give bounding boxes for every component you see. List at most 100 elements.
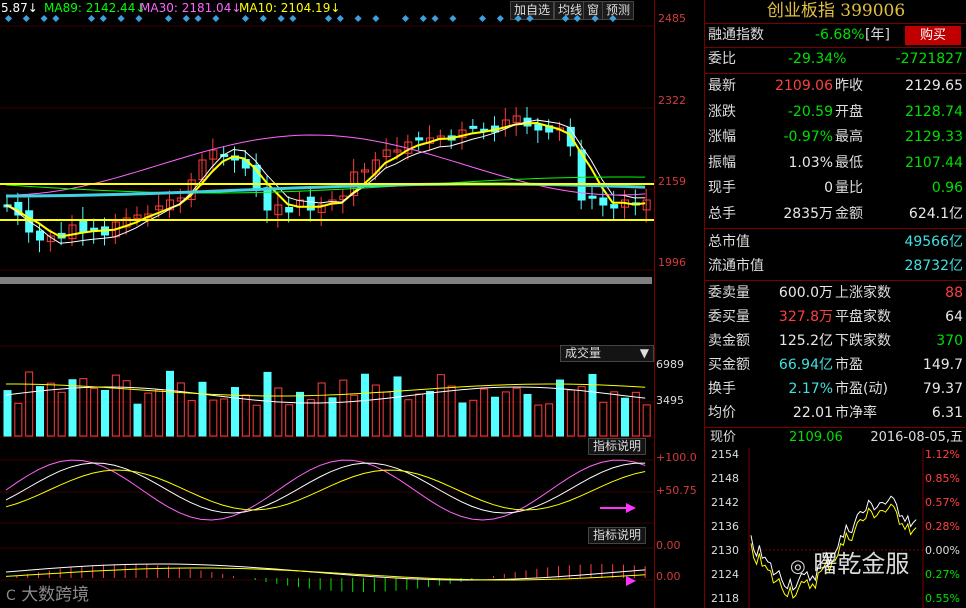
stat-label: 最高 [835, 129, 863, 145]
stat-label: 现手 [708, 180, 736, 196]
price-axis-tick: 2159 [658, 175, 686, 188]
volume-bar [631, 391, 640, 437]
mini-axis-left: 2118 [711, 592, 739, 605]
volume-bar [57, 391, 66, 437]
mini-price: 2109.06 [789, 430, 843, 445]
weibi-label: 委比 [708, 51, 736, 67]
volume-indicator-select[interactable]: 成交量 ▼ [560, 345, 654, 362]
candle-body [79, 220, 88, 233]
signal-marker [289, 14, 297, 23]
breadth-value: 149.7 [922, 357, 963, 373]
signal-marker [354, 14, 362, 23]
volume-bar [296, 391, 304, 437]
divider [705, 280, 966, 281]
chart-area: 5.87↓ MA89: 2142.44↓ MA30: 2181.04↓ MA10… [0, 0, 704, 608]
candle-body [610, 204, 619, 209]
price-axis-tick: 1996 [658, 256, 686, 269]
signal-marker [591, 14, 599, 23]
breadth-row: 卖金额 125.2亿 下跌家数 370 [705, 330, 966, 353]
stat-row: 涨幅 -0.97% 最高 2129.33 [705, 126, 966, 149]
signal-marker [164, 14, 173, 23]
stat-label: 开盘 [835, 103, 863, 120]
mini-label: 现价 [710, 430, 737, 445]
mini-axis-left: 2142 [711, 496, 739, 509]
stat-label: 总手 [708, 205, 736, 222]
volume-bar [328, 397, 337, 437]
volume-bar [415, 393, 424, 437]
indicator2-help-button[interactable]: 指标说明 [588, 527, 647, 544]
breadth-label: 买金额 [708, 357, 750, 373]
breadth-label: 委买量 [708, 309, 750, 325]
candle-body [306, 196, 315, 211]
signal-marker [573, 14, 581, 23]
signal-marker [431, 14, 439, 23]
axis-divider [654, 0, 655, 608]
stat-label: 涨跌 [708, 103, 736, 120]
stat-row: 涨跌 -20.59 开盘 2128.74 [705, 101, 966, 124]
price-axis-tick: 2485 [658, 12, 686, 25]
market-cap-value: 28732亿 [904, 258, 963, 274]
volume-bar [599, 401, 608, 437]
candle-body [469, 125, 478, 129]
breadth-label: 均价 [708, 405, 736, 421]
breadth-label: 市净率 [835, 405, 877, 421]
volume-bar [306, 399, 315, 437]
stat-label: 金额 [835, 205, 863, 222]
stat-label: 量比 [835, 180, 863, 196]
indicator-line [5, 469, 646, 511]
mini-axis-right: 0.55% [925, 592, 960, 605]
volume-bar [90, 387, 99, 437]
chart-splitter[interactable] [0, 277, 652, 284]
watermark-right: ◎ 曙乾金服 [790, 550, 910, 578]
signal-marker [182, 14, 190, 23]
buy-button[interactable]: 购买 [905, 26, 961, 45]
volume-bar [404, 399, 413, 437]
breadth-label: 卖金额 [708, 333, 750, 349]
volume-bar [241, 394, 250, 437]
mini-axis-right: 0.85% [925, 472, 960, 485]
volume-bar [25, 371, 34, 437]
finance-row: 融通指数 -6.68% [年] 购买 [705, 24, 966, 47]
quote-panel: 创业板指 399006 融通指数 -6.68% [年] 购买 委比 -29.34… [704, 0, 966, 608]
mini-axis-left: 2148 [711, 472, 739, 485]
stat-value: 2129.65 [905, 78, 963, 94]
breadth-label: 市盈(动) [835, 381, 888, 397]
weibi-pct: -29.34% [788, 51, 847, 67]
signal-marker [609, 14, 617, 23]
divider [705, 73, 966, 74]
volume-bar [491, 396, 499, 437]
volume-bar [252, 404, 261, 437]
signal-marker [372, 14, 380, 23]
breadth-row: 委买量 327.8万 平盘家数 64 [705, 306, 966, 329]
volume-bar [566, 389, 575, 437]
indicator1-axis-tick: +50.75 [656, 484, 697, 497]
volume-bar [101, 389, 109, 437]
volume-bar [393, 376, 402, 437]
volume-bar [577, 386, 586, 437]
indicator2-axis-tick: 0.00 [656, 539, 681, 552]
stat-value: -0.97% [783, 129, 833, 145]
candle-body [599, 197, 608, 206]
kline-chart [0, 14, 654, 592]
indicator1-help-button[interactable]: 指标说明 [588, 438, 647, 455]
mini-axis-right: 0.00% [925, 544, 960, 557]
volume-bar [447, 385, 456, 437]
volume-bar [523, 393, 532, 437]
volume-bar [361, 373, 369, 437]
market-cap-row: 总市值 49566亿 [705, 231, 966, 254]
stat-label: 最新 [708, 78, 736, 94]
stat-label: 昨收 [835, 78, 863, 94]
volume-bar [610, 391, 619, 437]
breadth-row: 均价 22.01 市净率 6.31 [705, 402, 966, 425]
stat-value: 1.03% [788, 154, 833, 171]
stat-value: -20.59 [787, 103, 833, 120]
macd-line [5, 567, 646, 581]
wechat-icon: ◎ [790, 556, 806, 577]
stat-label: 振幅 [708, 154, 736, 171]
stat-value: 2835万 [783, 205, 833, 222]
breadth-row: 委卖量 600.0万 上涨家数 88 [705, 282, 966, 305]
breadth-value: 22.01 [792, 405, 833, 421]
stat-value: 624.1亿 [908, 205, 963, 222]
stat-row: 最新 2109.06 昨收 2129.65 [705, 75, 966, 98]
volume-bar [426, 390, 434, 437]
